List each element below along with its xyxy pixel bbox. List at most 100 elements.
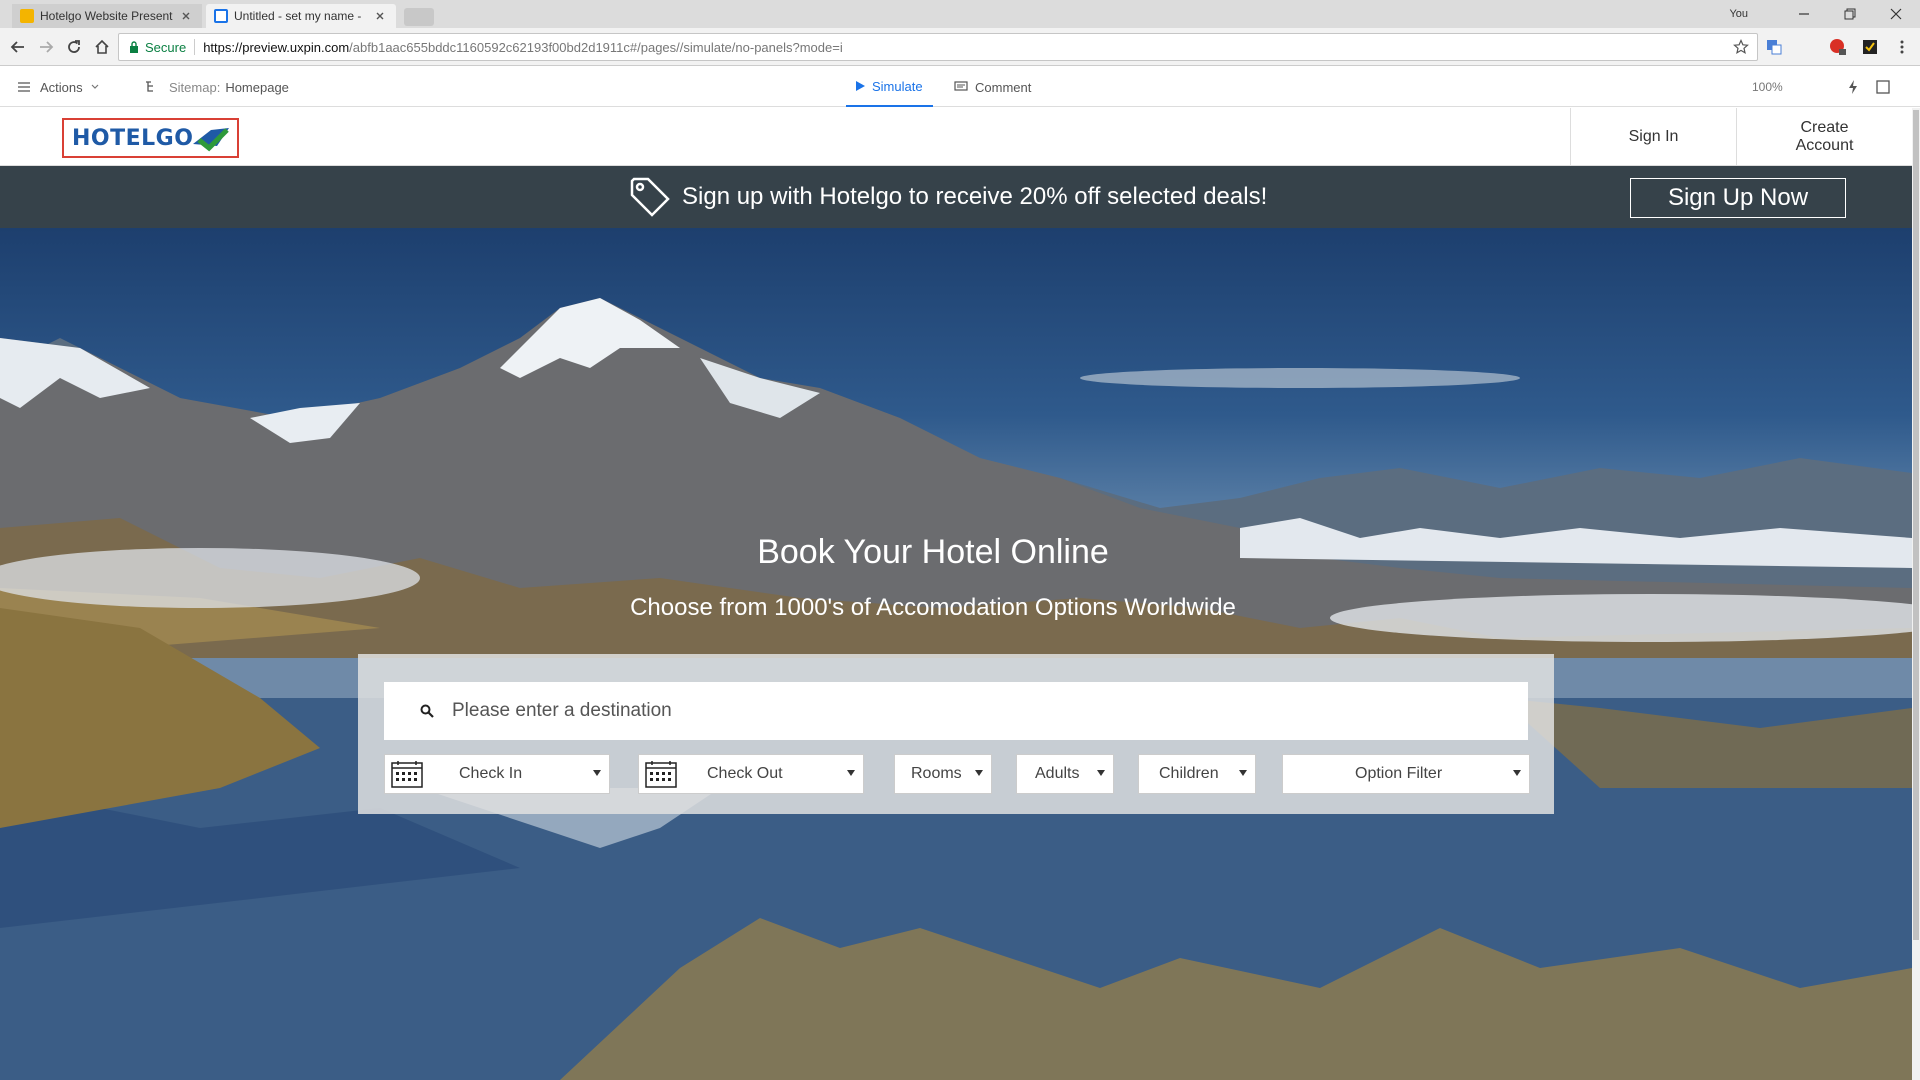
rooms-label: Rooms bbox=[911, 765, 962, 782]
norton-extension-button[interactable] bbox=[1860, 37, 1880, 57]
destination-input[interactable]: Please enter a destination bbox=[384, 682, 1528, 740]
children-label: Children bbox=[1159, 765, 1219, 782]
create-account-button[interactable]: Create Account bbox=[1736, 108, 1912, 166]
promo-banner: Sign up with Hotelgo to receive 20% off … bbox=[0, 166, 1912, 228]
simulate-label: Simulate bbox=[872, 78, 923, 94]
chevron-down-icon bbox=[1239, 770, 1247, 776]
address-bar[interactable]: Secure https://preview.uxpin.com /abfb1a… bbox=[118, 33, 1758, 61]
browser-toolbar: Secure https://preview.uxpin.com /abfb1a… bbox=[0, 28, 1920, 66]
check-out-label: Check Out bbox=[707, 765, 783, 782]
lightning-icon bbox=[1849, 80, 1857, 94]
home-icon bbox=[95, 39, 109, 54]
chevron-down-icon bbox=[1097, 770, 1105, 776]
option-filter-label: Option Filter bbox=[1355, 765, 1443, 782]
adults-label: Adults bbox=[1035, 765, 1080, 782]
hotelgo-logo[interactable]: HOTELGO bbox=[62, 118, 239, 158]
back-button[interactable] bbox=[8, 37, 28, 57]
back-arrow-icon bbox=[10, 41, 24, 53]
site-header: HOTELGO Sign In Create Account bbox=[0, 108, 1912, 166]
tab-comment[interactable]: Comment bbox=[954, 67, 1031, 107]
forward-button[interactable] bbox=[36, 37, 56, 57]
chevron-down-icon bbox=[975, 770, 983, 776]
logo-bed-icon bbox=[193, 128, 230, 152]
chevron-down-icon bbox=[1513, 770, 1521, 776]
fullscreen-icon bbox=[1876, 80, 1890, 94]
browser-menu-button[interactable] bbox=[1892, 37, 1912, 57]
check-out-select[interactable]: Check Out bbox=[638, 754, 864, 794]
translate-icon bbox=[1767, 40, 1782, 55]
comment-icon bbox=[954, 81, 968, 91]
sign-up-now-button[interactable]: Sign Up Now bbox=[1630, 178, 1846, 218]
price-tag-icon bbox=[630, 177, 670, 217]
forward-arrow-icon bbox=[40, 41, 54, 53]
play-icon bbox=[856, 81, 865, 91]
minimize-button[interactable] bbox=[1784, 2, 1824, 26]
destination-placeholder: Please enter a destination bbox=[452, 700, 672, 721]
close-icon bbox=[1890, 8, 1902, 20]
lock-icon bbox=[130, 41, 138, 53]
restore-icon bbox=[1844, 8, 1856, 20]
search-icon bbox=[420, 704, 434, 718]
sign-in-button[interactable]: Sign In bbox=[1570, 108, 1736, 166]
calendar-icon bbox=[391, 761, 423, 788]
chevron-down-icon bbox=[91, 84, 99, 89]
browser-tab-untitled[interactable]: Untitled - set my name - bbox=[206, 4, 396, 28]
tab-simulate[interactable]: Simulate bbox=[846, 67, 933, 107]
divider bbox=[194, 39, 196, 55]
sitemap-page: Homepage bbox=[225, 79, 289, 95]
bookmark-star-icon[interactable] bbox=[1733, 39, 1749, 55]
uxpin-preview-bar: Actions Sitemap: Homepage Simulate Comme… bbox=[0, 67, 1920, 107]
hero-subtitle: Choose from 1000's of Accomodation Optio… bbox=[630, 594, 1236, 621]
close-tab-icon[interactable] bbox=[180, 10, 192, 22]
page-scrollbar[interactable] bbox=[1912, 108, 1920, 1080]
chevron-down-icon bbox=[593, 770, 601, 776]
promo-message: Sign up with Hotelgo to receive 20% off … bbox=[630, 166, 1268, 228]
sitemap-icon bbox=[146, 81, 153, 92]
adblock-icon bbox=[1830, 39, 1846, 55]
restore-button[interactable] bbox=[1830, 2, 1870, 26]
kebab-menu-icon bbox=[1900, 40, 1904, 54]
tab-title: Untitled - set my name - bbox=[234, 9, 362, 23]
new-tab-button[interactable] bbox=[404, 8, 434, 26]
hero-title: Book Your Hotel Online bbox=[757, 533, 1109, 571]
comment-label: Comment bbox=[975, 79, 1032, 95]
zoom-level[interactable]: 100% bbox=[1752, 67, 1783, 107]
close-window-button[interactable] bbox=[1876, 2, 1916, 26]
translate-extension-button[interactable] bbox=[1764, 37, 1784, 57]
check-in-label: Check In bbox=[459, 765, 523, 782]
hero-section: Book Your Hotel Online Choose from 1000'… bbox=[0, 228, 1912, 1080]
fullscreen-button[interactable] bbox=[1876, 67, 1890, 107]
reload-icon bbox=[68, 40, 80, 53]
uxpin-icon bbox=[214, 9, 228, 23]
reload-button[interactable] bbox=[64, 37, 84, 57]
url-path: /abfb1aac655bddc1160592c62193f00bd2d1911… bbox=[349, 39, 843, 55]
home-button[interactable] bbox=[92, 37, 112, 57]
logo-text: HOTELGO bbox=[72, 125, 194, 151]
google-slides-icon bbox=[20, 9, 34, 23]
lightning-button[interactable] bbox=[1848, 67, 1858, 107]
sitemap-menu[interactable]: Sitemap: Homepage bbox=[145, 67, 289, 107]
minimize-icon bbox=[1799, 13, 1809, 15]
tab-title: Hotelgo Website Present bbox=[40, 9, 173, 23]
rooms-select[interactable]: Rooms bbox=[894, 754, 992, 794]
search-panel: Please enter a destination Check In Chec… bbox=[358, 654, 1554, 814]
close-tab-icon[interactable] bbox=[374, 10, 386, 22]
check-in-select[interactable]: Check In bbox=[384, 754, 610, 794]
browser-tab-hotelgo-presentation[interactable]: Hotelgo Website Present bbox=[12, 4, 202, 28]
sitemap-prefix: Sitemap: bbox=[169, 79, 221, 95]
url-host: https://preview.uxpin.com bbox=[203, 39, 350, 55]
secure-label: Secure bbox=[145, 39, 187, 55]
adults-select[interactable]: Adults bbox=[1016, 754, 1114, 794]
hamburger-icon bbox=[18, 82, 30, 92]
promo-text: Sign up with Hotelgo to receive 20% off … bbox=[682, 183, 1268, 210]
browser-tab-strip: Hotelgo Website Present Untitled - set m… bbox=[0, 0, 1920, 28]
profile-button[interactable]: You bbox=[1729, 8, 1748, 20]
actions-menu[interactable]: Actions bbox=[18, 67, 99, 107]
option-filter-select[interactable]: Option Filter bbox=[1282, 754, 1530, 794]
prototype-viewport: HOTELGO Sign In Create Account Sign up w… bbox=[0, 108, 1912, 1080]
calendar-icon bbox=[645, 761, 677, 788]
children-select[interactable]: Children bbox=[1138, 754, 1256, 794]
scrollbar-thumb[interactable] bbox=[1913, 110, 1919, 940]
check-shield-icon bbox=[1863, 40, 1877, 54]
adblock-extension-button[interactable] bbox=[1828, 37, 1848, 57]
